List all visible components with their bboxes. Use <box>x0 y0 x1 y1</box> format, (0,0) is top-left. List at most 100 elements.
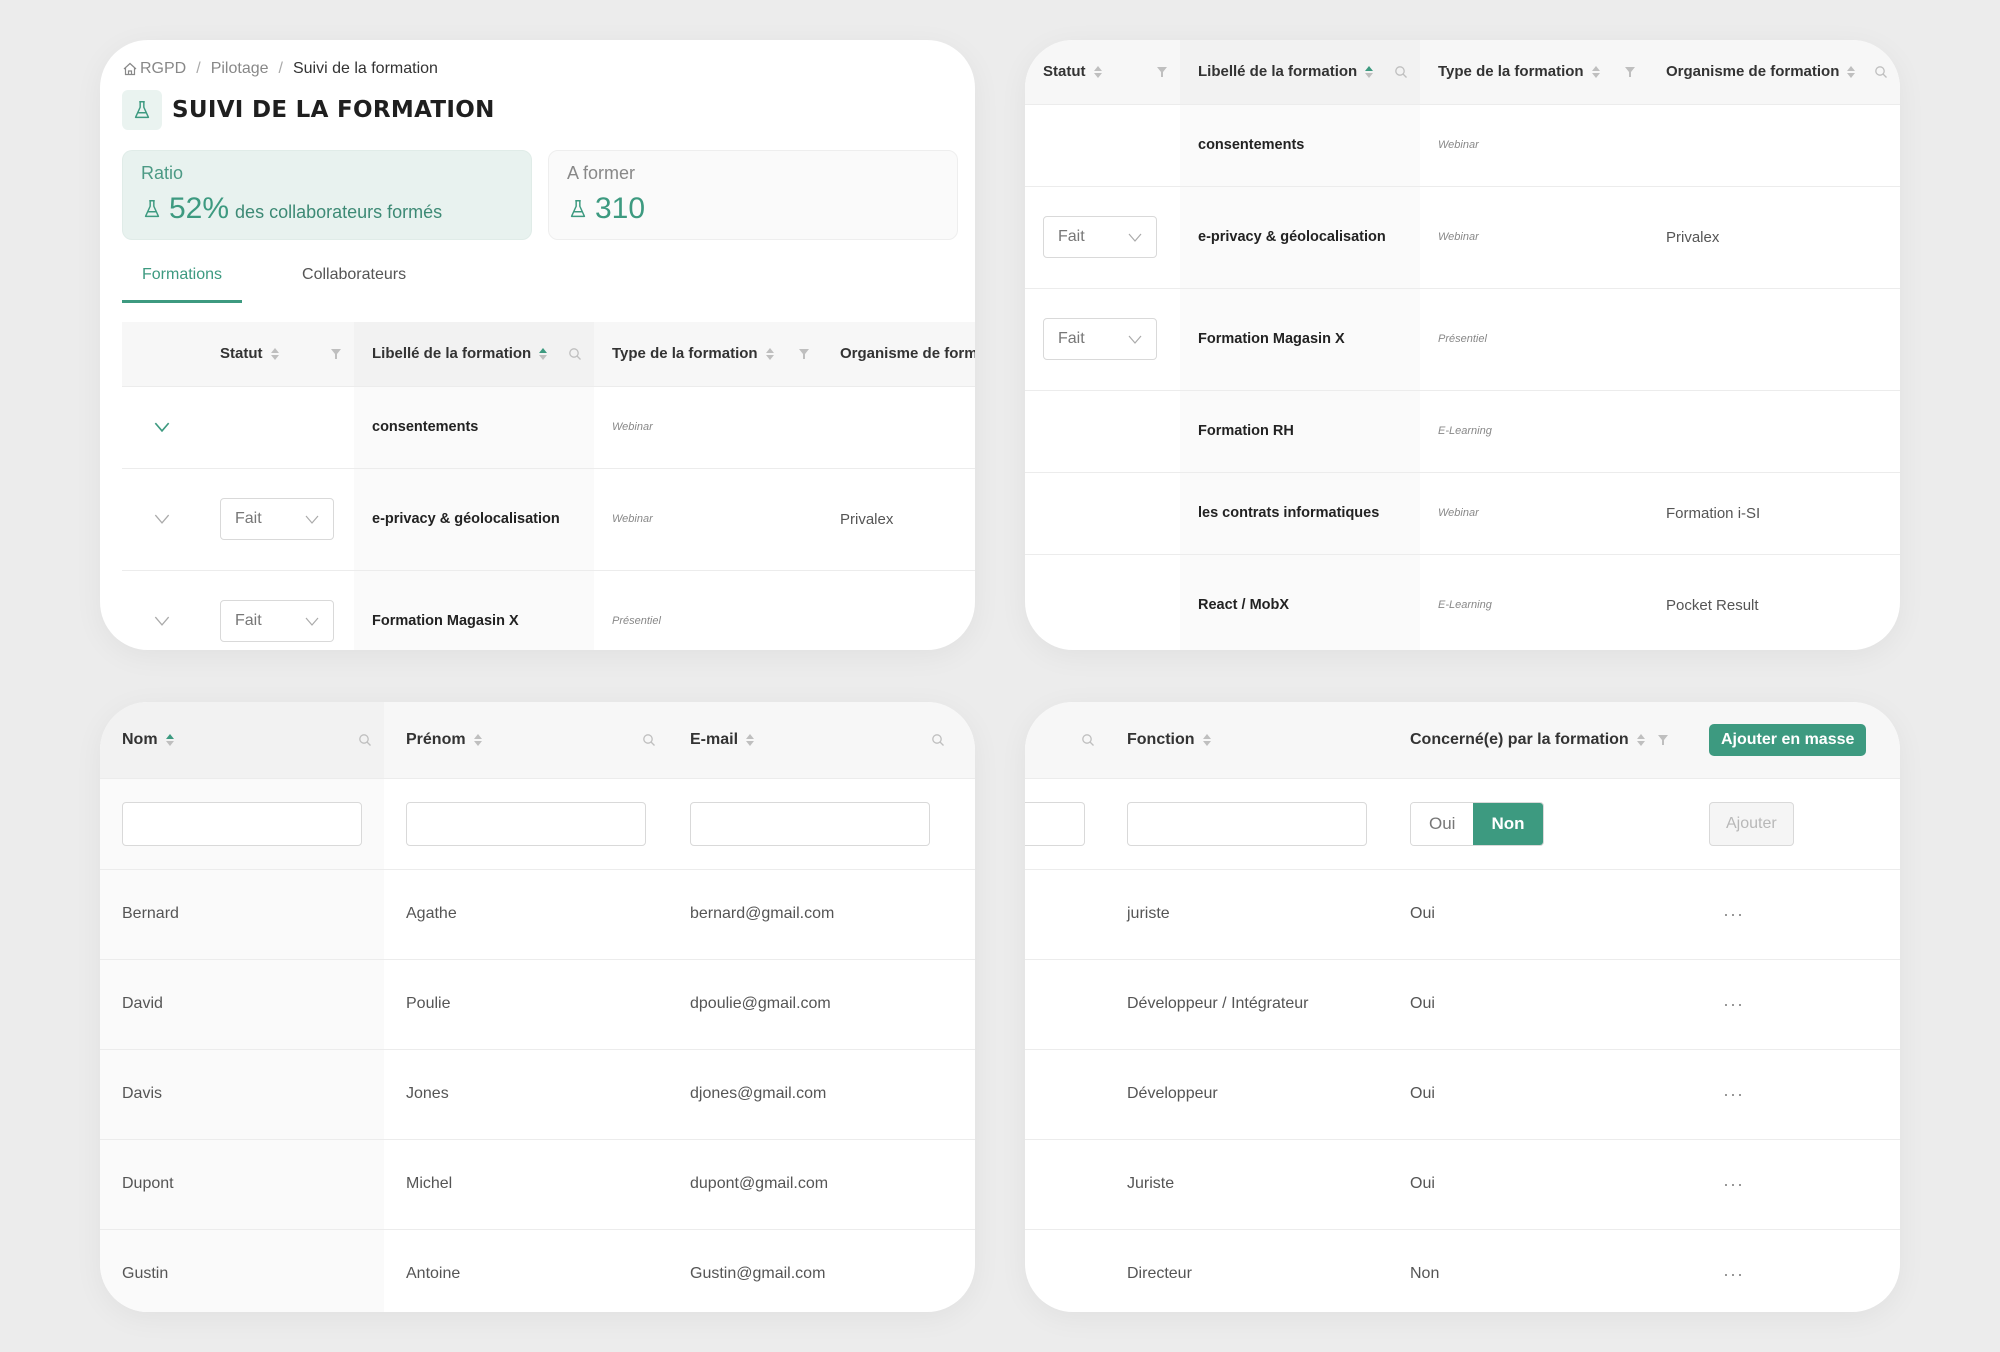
nom-input[interactable] <box>122 801 362 846</box>
statut-header-label: Statut <box>220 345 263 363</box>
statut-select[interactable]: Fait <box>1043 318 1157 360</box>
title-row: SUIVI DE LA FORMATION <box>122 90 495 130</box>
organisme-cell: Privalex <box>822 468 975 571</box>
formations-table: Statut Libellé de la formation Type de l… <box>122 322 975 650</box>
search-icon[interactable] <box>568 347 582 361</box>
filter-icon[interactable] <box>1156 66 1168 78</box>
chevron-down-icon[interactable] <box>154 616 170 626</box>
fonction-cell: juriste <box>1105 869 1388 960</box>
libelle-cell: Formation Magasin X <box>354 570 594 650</box>
tab-formations[interactable]: Formations <box>122 260 243 303</box>
sort-icon[interactable] <box>1636 733 1645 746</box>
search-icon[interactable] <box>1394 65 1408 79</box>
expand-column-header <box>122 322 202 387</box>
sort-icon[interactable] <box>270 347 279 360</box>
search-icon[interactable] <box>642 733 656 747</box>
breadcrumb-separator: / <box>196 60 201 77</box>
sort-asc-icon[interactable] <box>539 347 548 360</box>
toggle-oui[interactable]: Oui <box>1411 802 1474 845</box>
table-row: consentements Webinar <box>1025 104 1900 187</box>
title-icon-box <box>122 90 162 130</box>
search-icon[interactable] <box>1874 65 1888 79</box>
collaborateurs-table: Nom Prénom E-mail Bernard Agathe bernard… <box>100 702 975 1312</box>
table-row: Développeur Oui ··· <box>1025 1049 1900 1140</box>
concerne-cell: Oui <box>1388 1139 1695 1230</box>
sort-icon[interactable] <box>1202 733 1211 746</box>
more-icon[interactable]: ··· <box>1723 994 1744 1014</box>
type-header[interactable]: Type de la formation <box>594 322 822 387</box>
more-icon[interactable]: ··· <box>1723 1084 1744 1104</box>
bulk-add-button[interactable]: Ajouter en masse <box>1709 723 1867 756</box>
more-icon[interactable]: ··· <box>1723 1174 1744 1194</box>
fonction-input[interactable] <box>1127 801 1367 846</box>
table-row: Développeur / Intégrateur Oui ··· <box>1025 959 1900 1050</box>
filter-icon[interactable] <box>798 348 810 360</box>
organisme-header[interactable]: Organisme de formation <box>1648 40 1900 105</box>
email-cell: djones@gmail.com <box>668 1049 975 1140</box>
statut-header[interactable]: Statut <box>1025 40 1180 105</box>
sort-icon[interactable] <box>1093 65 1102 78</box>
email-input[interactable] <box>690 801 930 846</box>
sort-asc-icon[interactable] <box>1365 65 1374 78</box>
home-icon[interactable] <box>122 61 138 77</box>
filter-icon[interactable] <box>330 348 342 360</box>
table-row: Dupont Michel dupont@gmail.com <box>100 1139 975 1230</box>
search-icon[interactable] <box>358 733 372 747</box>
statut-select-value: Fait <box>1058 228 1085 245</box>
email-cell: Gustin@gmail.com <box>690 1265 826 1283</box>
chevron-down-icon[interactable] <box>154 422 170 432</box>
filter-icon[interactable] <box>1624 66 1636 78</box>
table-row: juriste Oui ··· <box>1025 869 1900 960</box>
libelle-cell: e-privacy & géolocalisation <box>354 468 594 571</box>
add-button[interactable]: Ajouter <box>1709 801 1794 846</box>
prenom-header[interactable]: Prénom <box>384 702 668 779</box>
more-icon[interactable]: ··· <box>1723 1264 1744 1284</box>
statut-select-value: Fait <box>235 612 262 629</box>
email-cell: dpoulie@gmail.com <box>668 959 975 1050</box>
email-cell: dupont@gmail.com <box>668 1139 975 1230</box>
fonction-cell: Directeur <box>1127 1265 1192 1283</box>
chevron-down-icon[interactable] <box>154 514 170 524</box>
statut-select[interactable]: Fait <box>220 498 334 540</box>
prenom-cell: Poulie <box>384 959 668 1050</box>
more-icon[interactable]: ··· <box>1723 904 1744 924</box>
email-header-partial[interactable] <box>1025 702 1105 779</box>
nom-cell: David <box>100 959 384 1050</box>
prenom-input[interactable] <box>406 801 646 846</box>
statut-select[interactable]: Fait <box>1043 216 1157 258</box>
sort-icon[interactable] <box>765 347 774 360</box>
type-header[interactable]: Type de la formation <box>1420 40 1648 105</box>
breadcrumb-rgpd[interactable]: RGPD <box>140 60 186 78</box>
table-row: Directeur Non ··· <box>1025 1229 1900 1312</box>
libelle-header[interactable]: Libellé de la formation <box>354 322 594 387</box>
a-former-card: A former 310 <box>548 150 958 240</box>
sort-icon[interactable] <box>1591 65 1600 78</box>
email-header[interactable]: E-mail <box>668 702 975 779</box>
sort-icon[interactable] <box>1847 65 1856 78</box>
search-icon[interactable] <box>931 733 945 747</box>
flask-icon <box>131 99 153 121</box>
fonction-header[interactable]: Fonction <box>1105 702 1388 779</box>
new-row-inputs: Oui Non Ajouter <box>1025 778 1900 870</box>
sort-icon[interactable] <box>473 733 482 746</box>
toggle-non[interactable]: Non <box>1473 802 1543 845</box>
sort-asc-icon[interactable] <box>165 733 174 746</box>
page-title: SUIVI DE LA FORMATION <box>172 97 495 123</box>
email-input-partial[interactable] <box>1025 801 1085 846</box>
email-header-label: E-mail <box>690 730 739 748</box>
libelle-header[interactable]: Libellé de la formation <box>1180 40 1420 105</box>
organisme-header[interactable]: Organisme de form <box>822 322 975 387</box>
filter-icon[interactable] <box>1657 734 1669 746</box>
statut-header[interactable]: Statut <box>202 322 354 387</box>
concerne-toggle[interactable]: Oui Non <box>1410 801 1544 846</box>
table-row: Fait Formation Magasin X Présentiel <box>1025 288 1900 391</box>
statut-select[interactable]: Fait <box>220 600 334 642</box>
nom-header[interactable]: Nom <box>100 702 384 779</box>
search-icon[interactable] <box>1081 733 1095 747</box>
concerne-header[interactable]: Concerné(e) par la formation <box>1388 702 1695 779</box>
breadcrumb-pilotage[interactable]: Pilotage <box>211 60 269 78</box>
type-cell: Webinar <box>594 468 822 571</box>
sort-icon[interactable] <box>746 733 755 746</box>
libelle-cell: Formation RH <box>1180 390 1420 473</box>
tab-collaborateurs[interactable]: Collaborateurs <box>282 260 426 303</box>
